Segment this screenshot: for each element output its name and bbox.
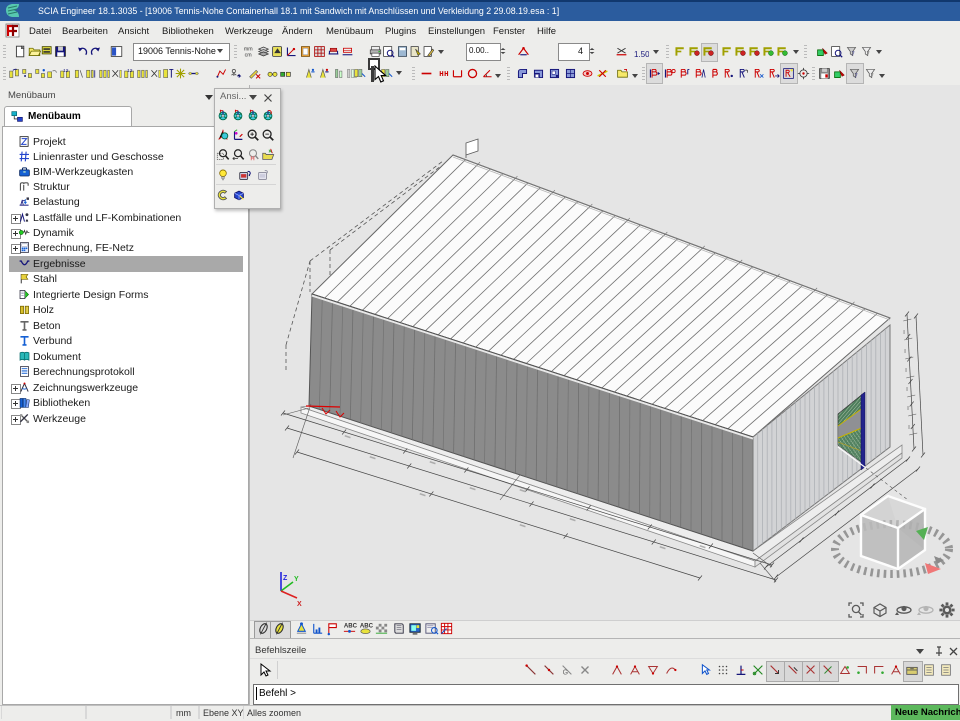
svg-text:12: 12 <box>63 68 69 74</box>
svg-text:X: X <box>297 601 302 608</box>
svg-text:7: 7 <box>852 52 855 58</box>
svg-text:ABC: ABC <box>344 623 357 630</box>
svg-text:ABC: ABC <box>360 623 373 630</box>
svg-text:7: 7 <box>867 52 870 58</box>
svg-text:cm: cm <box>245 52 253 58</box>
svg-text:1.50: 1.50 <box>634 50 649 59</box>
svg-text:G: G <box>563 669 568 676</box>
svg-text:7: 7 <box>871 74 874 80</box>
svg-text:7: 7 <box>855 74 858 80</box>
svg-text:Z: Z <box>283 575 288 582</box>
svg-text:12: 12 <box>127 68 133 74</box>
svg-text:Y: Y <box>294 576 299 583</box>
